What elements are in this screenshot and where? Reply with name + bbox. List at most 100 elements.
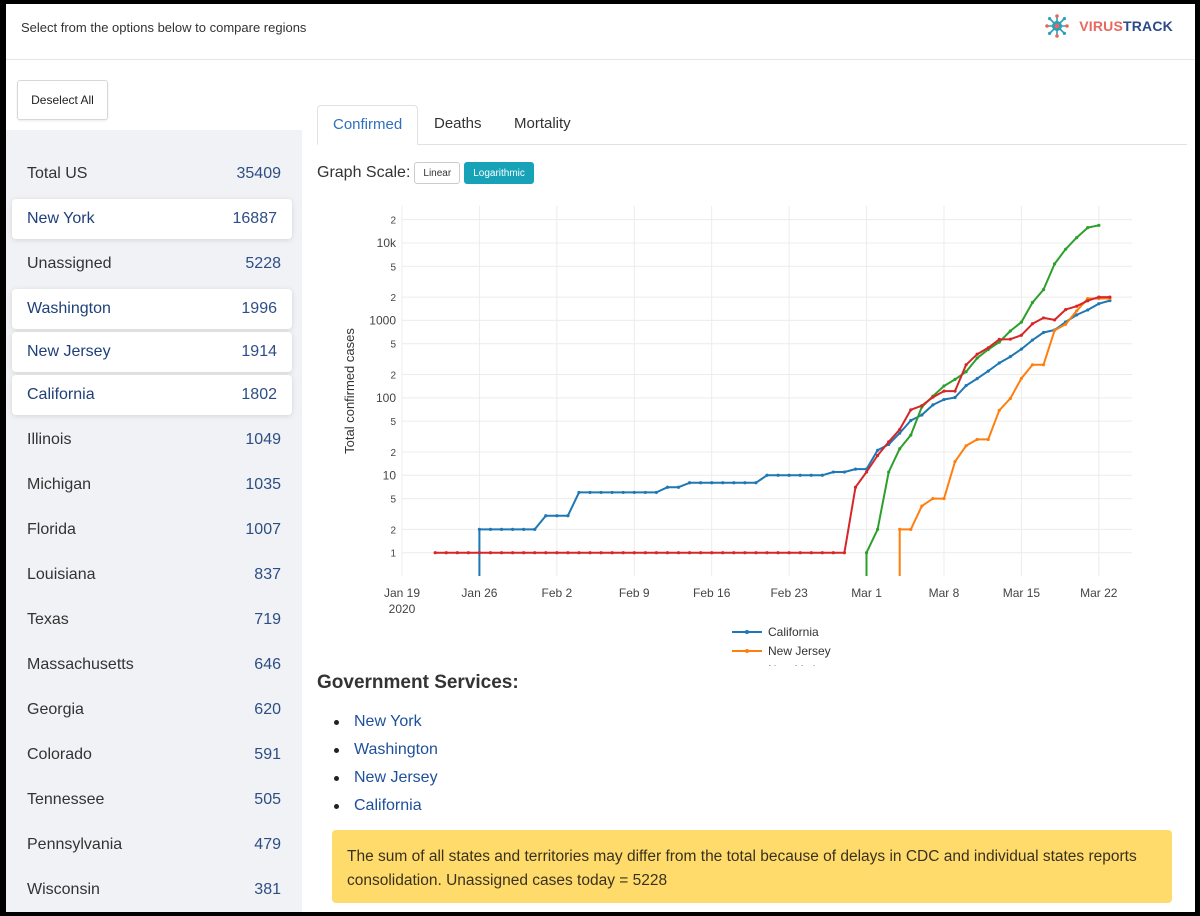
data-point [1086,299,1090,303]
data-point [1075,309,1079,313]
data-point [876,453,880,458]
data-point [809,473,813,477]
data-point [997,337,1001,342]
region-count: 1049 [245,430,281,448]
data-point [876,527,880,531]
gov-link-california[interactable]: California [354,797,422,814]
region-row[interactable]: New York 16887 [12,199,292,239]
data-point [931,403,935,407]
y-tick-label: 2 [390,525,396,536]
data-point [1064,308,1068,312]
region-count: 620 [254,700,281,718]
data-point [765,551,769,555]
data-point [477,551,482,555]
region-row[interactable]: Wisconsin 381 [6,867,302,912]
region-row[interactable]: Unassigned 5228 [6,241,302,286]
data-point [1052,318,1057,322]
notice-alert: The sum of all states and territories ma… [332,830,1172,903]
data-point [964,370,968,374]
region-name: Colorado [27,745,92,763]
data-point [1030,322,1035,326]
region-row[interactable]: Texas 719 [6,597,302,642]
data-point [676,485,681,489]
data-point [676,551,681,555]
region-count: 1914 [241,343,277,360]
region-count: 1035 [245,475,281,493]
gov-link-new-york[interactable]: New York [354,713,422,730]
deselect-all-button[interactable]: Deselect All [17,80,108,120]
instruction-text: Select from the options below to compare… [21,20,307,35]
x-tick-label: Feb 23 [770,586,808,600]
data-point [765,473,769,477]
data-point [588,551,592,555]
sidebar: Deselect All Total US 35409 New York 16887 U… [6,60,302,912]
data-point [1086,225,1090,230]
data-point [953,389,957,393]
region-row[interactable]: Tennessee 505 [6,777,302,822]
data-point [544,551,548,555]
app-window: Select from the options below to compare… [6,4,1195,912]
data-point [522,551,526,555]
region-row[interactable]: Illinois 1049 [6,417,302,462]
data-point [1064,247,1068,251]
data-point [499,551,504,555]
x-tick-label: Feb 2 [542,586,573,600]
data-point [831,551,835,555]
data-point [621,551,625,555]
data-point [444,551,448,555]
linear-scale-button[interactable]: Linear [414,162,461,184]
gov-link-new-jersey[interactable]: New Jersey [354,769,438,786]
data-point [555,514,559,518]
region-count: 35409 [236,164,282,182]
data-point [1075,236,1079,240]
x-tick-year-label: 2020 [389,602,416,616]
data-point [621,490,625,495]
legend-label: New York [768,663,820,666]
data-point [466,551,470,555]
region-name: Louisiana [27,565,96,583]
data-point [842,551,847,555]
x-tick-label: Jan 19 [384,586,420,600]
x-tick-label: Mar 15 [1003,586,1041,600]
series-line [865,224,1100,576]
region-row[interactable]: Pennsylvania 479 [6,822,302,867]
gov-link-washington[interactable]: Washington [354,741,438,758]
region-row[interactable]: New Jersey 1914 [12,332,292,372]
data-point [1041,330,1046,335]
data-point [920,404,924,408]
region-row[interactable]: Louisiana 837 [6,552,302,597]
data-point [665,551,670,555]
data-point [699,551,703,555]
data-point [1019,376,1023,381]
region-name: California [27,386,95,403]
region-row[interactable]: Florida 1007 [6,507,302,552]
government-services-list: New York Washington New Jersey Californi… [334,710,438,822]
region-row[interactable]: Georgia 620 [6,687,302,732]
logo[interactable]: VIRUSTRACK [1045,14,1173,38]
data-point [1008,355,1012,359]
region-row[interactable]: California 1802 [12,375,292,415]
region-row[interactable]: Colorado 591 [6,732,302,777]
tab-deaths[interactable]: Deaths [434,105,482,145]
region-row[interactable]: Massachusetts 646 [6,642,302,687]
data-point [909,527,913,531]
data-point [798,473,802,477]
data-point [887,470,891,474]
data-point [732,551,736,555]
logarithmic-scale-button[interactable]: Logarithmic [464,162,534,184]
data-point [654,490,658,495]
region-row[interactable]: Washington 1996 [12,289,292,329]
tab-confirmed[interactable]: Confirmed [317,105,419,145]
data-point [687,481,692,485]
data-point [533,527,537,531]
y-tick-label: 5 [390,340,396,351]
region-row[interactable]: Total US 35409 [6,151,302,196]
data-point [588,490,592,495]
data-point [820,473,824,477]
virus-icon [1045,14,1070,38]
tab-mortality[interactable]: Mortality [514,105,571,145]
data-point [1086,308,1090,312]
region-count: 719 [254,610,281,628]
region-row[interactable]: Michigan 1035 [6,462,302,507]
data-point [964,444,968,448]
